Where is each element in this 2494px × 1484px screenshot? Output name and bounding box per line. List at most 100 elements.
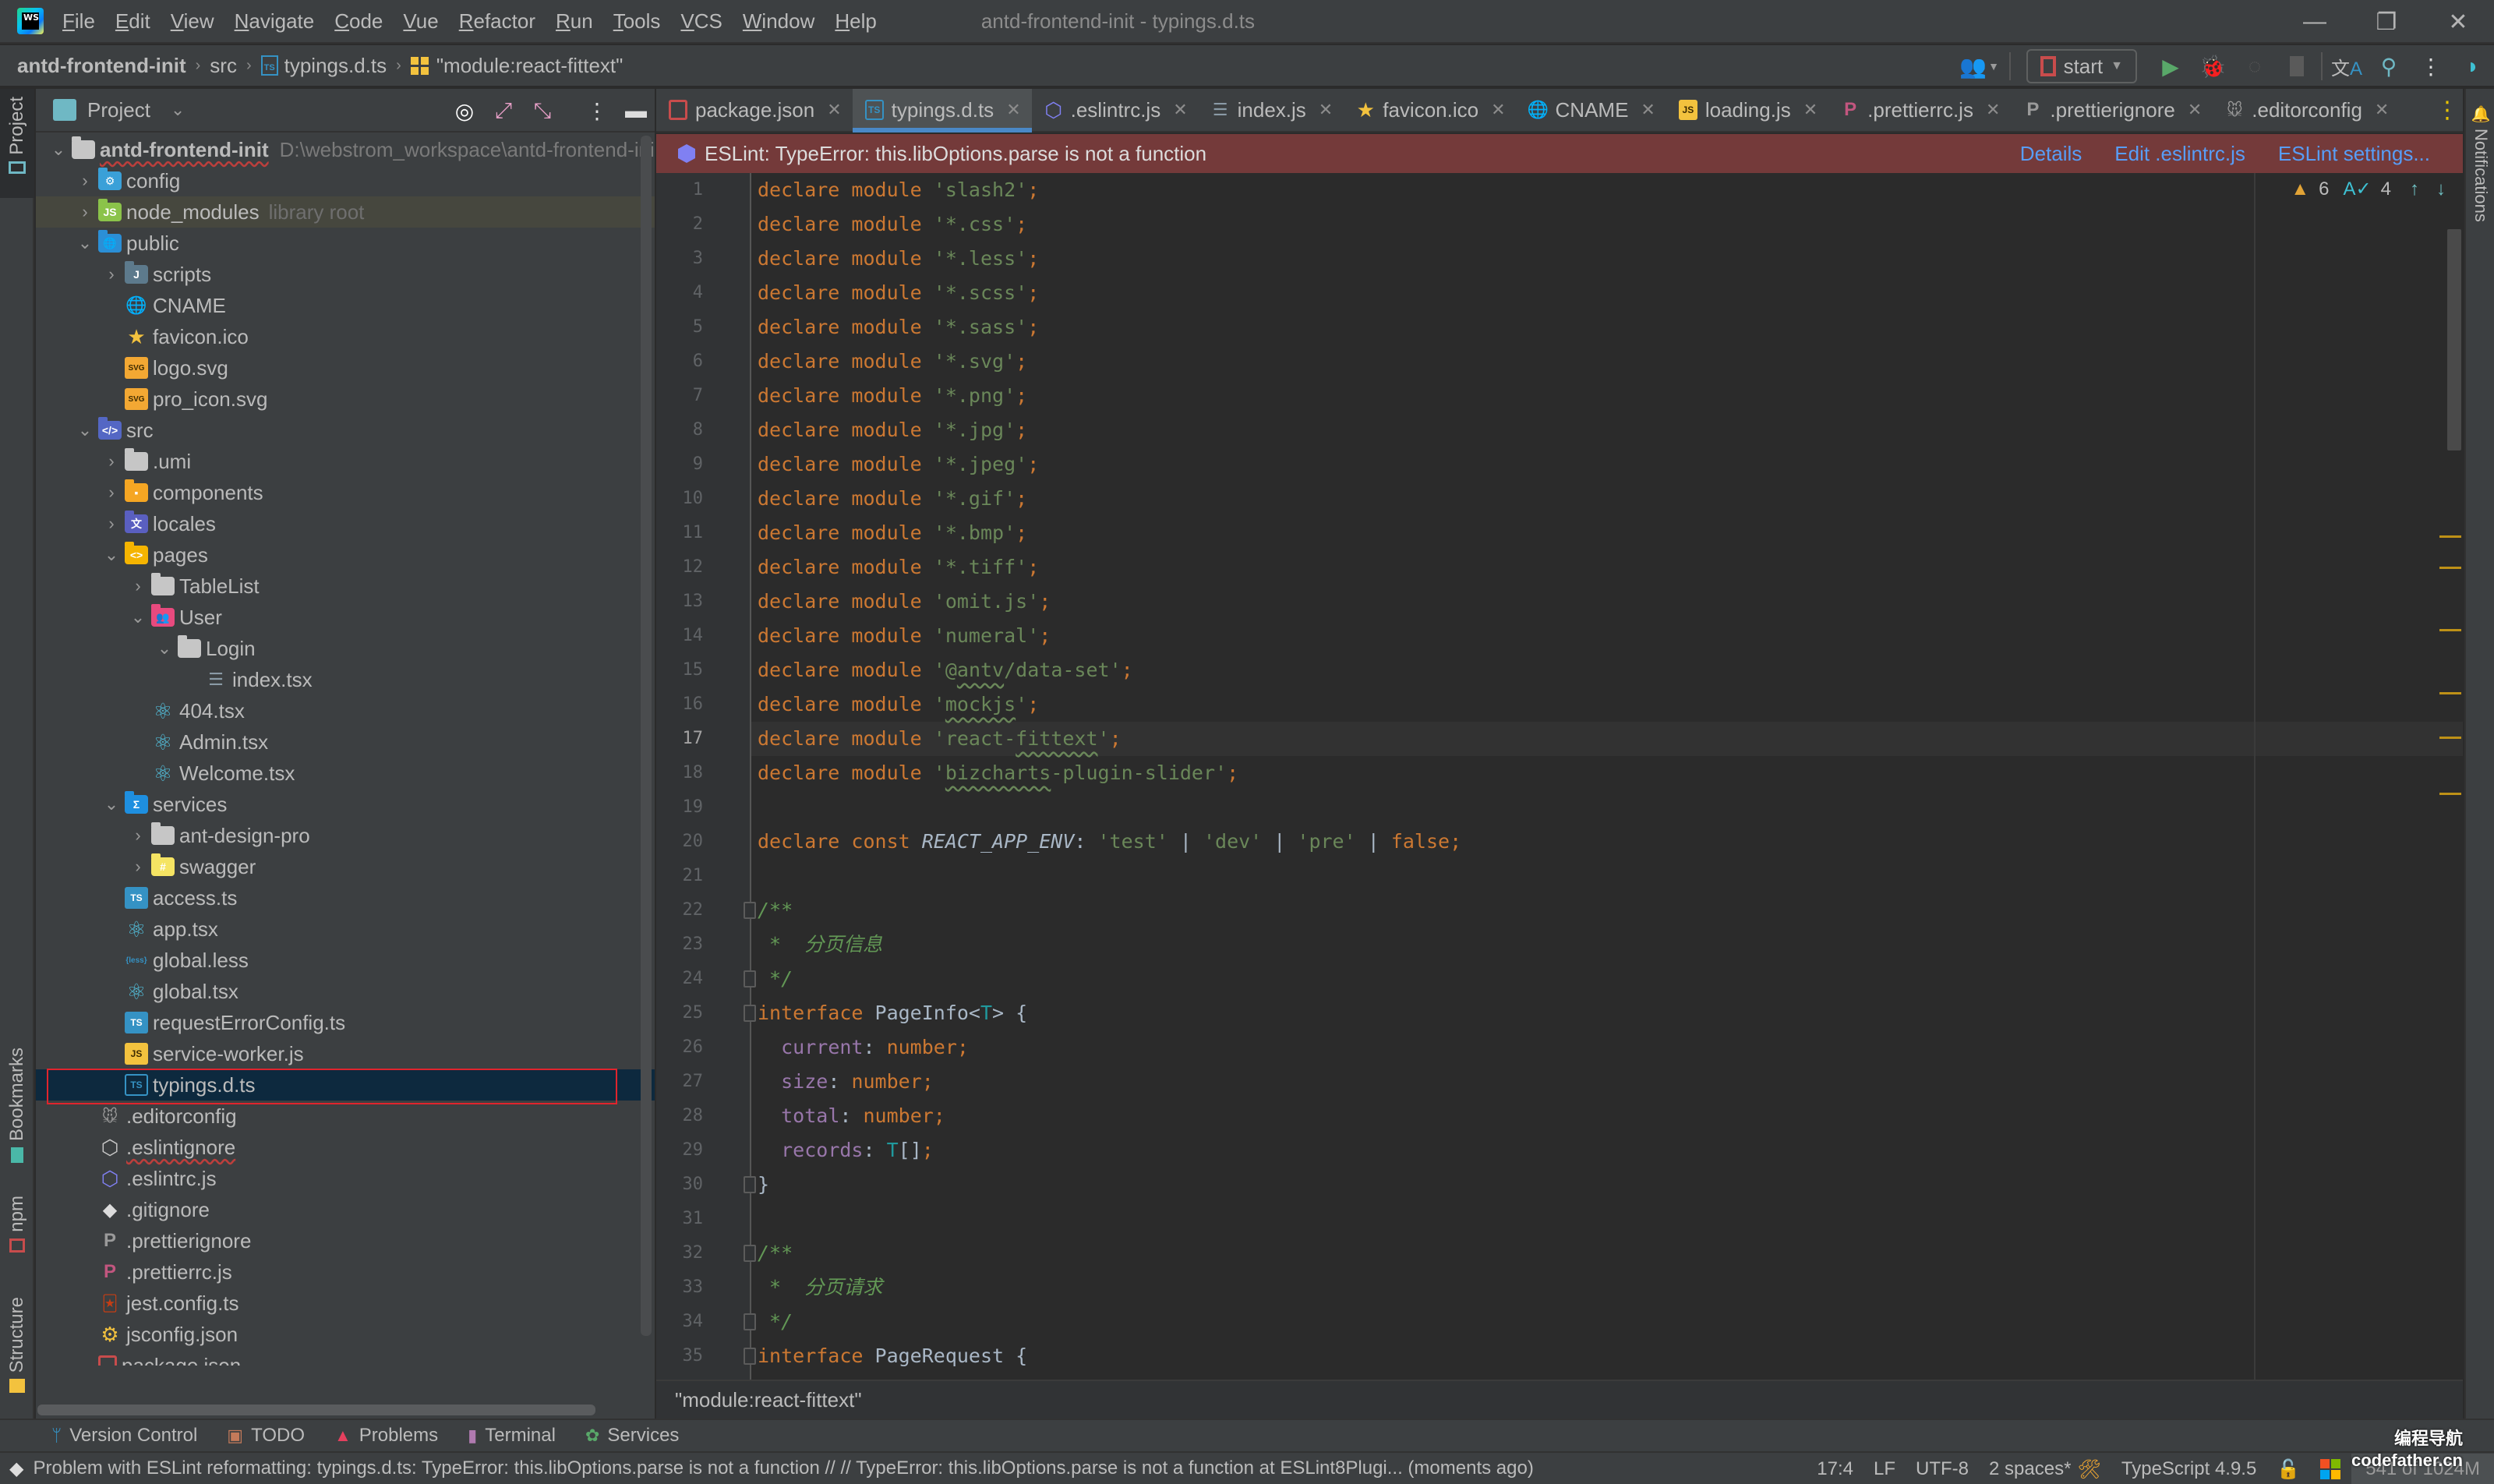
tree-folder-item[interactable]: ⌄ <> pages — [36, 539, 655, 571]
line-number-gutter[interactable]: 1 2 3 4 5 6 7 8 9 10 11 12 13 14 15 16 17 18 19 20 21 22 23 24 2… — [656, 173, 751, 1380]
more-actions-button[interactable]: ⋮ — [2413, 48, 2449, 84]
close-tab-icon[interactable]: ✕ — [2188, 100, 2202, 120]
warning-marker[interactable] — [2439, 535, 2461, 538]
breadcrumb-file[interactable]: TS typings.d.ts — [260, 54, 387, 78]
breadcrumb-symbol[interactable]: "module:react-fittext" — [410, 54, 623, 78]
tree-folder-item[interactable]: ⌄ antd-frontend-init D:\webstrom_workspace… — [36, 134, 655, 165]
tree-folder-item[interactable]: › ⚙ config — [36, 165, 655, 196]
breadcrumb-project[interactable]: antd-frontend-init — [17, 54, 186, 78]
code-with-me-button[interactable]: 👥 ▼ — [1956, 48, 2003, 84]
menu-run[interactable]: Run — [556, 9, 593, 34]
tree-folder-item[interactable]: › .umi — [36, 446, 655, 477]
coverage-button[interactable]: ◌ — [2237, 48, 2273, 84]
stripe-tab-notifications[interactable]: 🔔 Notifications — [2471, 104, 2491, 222]
tree-folder-item[interactable]: ⌄ 👥 User — [36, 602, 655, 633]
stripe-tab-structure[interactable]: Structure — [0, 1297, 34, 1414]
line-separator[interactable]: LF — [1874, 1458, 1895, 1480]
select-opened-file-button[interactable]: ◎ — [449, 95, 480, 126]
tree-folder-item[interactable]: ⌄ </> src — [36, 415, 655, 446]
language-service[interactable]: TypeScript 4.9.5 — [2121, 1458, 2256, 1480]
caret-position[interactable]: 17:4 — [1817, 1458, 1853, 1480]
tree-file-item[interactable]: ›🐭.editorconfig — [36, 1101, 655, 1132]
warning-marker[interactable] — [2439, 692, 2461, 694]
tree-file-item[interactable]: ›P.prettierignore — [36, 1225, 655, 1256]
warning-marker[interactable] — [2439, 737, 2461, 739]
chevron-down-icon[interactable]: ⌄ — [125, 607, 151, 627]
tree-file-item[interactable]: ›SVGlogo.svg — [36, 352, 655, 383]
chevron-right-icon[interactable]: › — [98, 264, 125, 284]
close-tab-icon[interactable]: ✕ — [1803, 100, 1818, 120]
tree-folder-item[interactable]: ⌄ Login — [36, 633, 655, 664]
code-editor[interactable]: 1 2 3 4 5 6 7 8 9 10 11 12 13 14 15 16 17 18 19 20 21 22 23 24 2… — [656, 173, 2463, 1380]
menu-vue[interactable]: Vue — [403, 9, 438, 34]
editor-tab[interactable]: 🐭 .editorconfig ✕ — [2213, 89, 2400, 131]
chevron-down-icon[interactable]: ⌄ — [151, 638, 178, 659]
close-tab-icon[interactable]: ✕ — [1173, 100, 1187, 120]
banner-eslint-settings-link[interactable]: ESLint settings... — [2278, 142, 2430, 166]
stripe-tab-project[interactable]: Project — [0, 89, 34, 198]
tree-file-item[interactable]: ›⚛global.tsx — [36, 976, 655, 1007]
chevron-down-icon[interactable]: ⌄ — [98, 545, 125, 565]
tree-file-item[interactable]: ›⬡.eslintignore — [36, 1132, 655, 1163]
indent-settings[interactable]: 2 spaces* — [1989, 1458, 2071, 1480]
editor-tab[interactable]: 🌐 CNAME ✕ — [1517, 89, 1666, 131]
fold-marker-icon[interactable] — [744, 902, 756, 919]
menu-edit[interactable]: Edit — [115, 9, 150, 34]
run-button[interactable]: ▶ — [2153, 48, 2188, 84]
minimize-button[interactable]: — — [2279, 0, 2351, 44]
editor-tab[interactable]: package.json ✕ — [656, 89, 853, 131]
editor-tab[interactable]: ⬡ .eslintrc.js ✕ — [1032, 89, 1199, 131]
fold-marker-icon[interactable] — [744, 1348, 756, 1365]
tree-file-item[interactable]: ›⚛Welcome.tsx — [36, 758, 655, 789]
tree-file-item[interactable]: ›package.json — [36, 1350, 655, 1366]
chevron-right-icon[interactable]: › — [98, 514, 125, 534]
chevron-down-icon[interactable]: ⌄ — [98, 794, 125, 814]
close-tab-icon[interactable]: ✕ — [1491, 100, 1505, 120]
menu-refactor[interactable]: Refactor — [459, 9, 535, 34]
options-button[interactable]: ⋮ — [581, 95, 613, 126]
translate-button[interactable]: 文A — [2329, 48, 2365, 84]
breadcrumb-folder[interactable]: src — [210, 54, 237, 78]
fold-marker-icon[interactable] — [744, 970, 756, 988]
tree-file-item[interactable]: ›⬡.eslintrc.js — [36, 1163, 655, 1194]
warning-marker[interactable] — [2439, 567, 2461, 569]
tree-file-item[interactable]: ›TSaccess.ts — [36, 882, 655, 913]
editor-tab[interactable]: P .prettierrc.js ✕ — [1828, 89, 2011, 131]
warning-marker[interactable] — [2439, 793, 2461, 795]
tree-file-item[interactable]: ›P.prettierrc.js — [36, 1256, 655, 1288]
editor-vertical-scrollbar[interactable] — [2447, 229, 2461, 450]
tree-folder-item[interactable]: › 文 locales — [36, 508, 655, 539]
debug-button[interactable]: 🐞 — [2195, 48, 2231, 84]
stop-button[interactable] — [2279, 48, 2315, 84]
tree-file-item[interactable]: ›TSrequestErrorConfig.ts — [36, 1007, 655, 1038]
chevron-right-icon[interactable]: › — [98, 451, 125, 472]
project-view-selector[interactable]: Project — [87, 98, 150, 122]
chevron-right-icon[interactable]: › — [125, 576, 151, 596]
warning-marker[interactable] — [2439, 629, 2461, 631]
close-tab-icon[interactable]: ✕ — [1006, 100, 1020, 120]
chevron-right-icon[interactable]: › — [125, 857, 151, 877]
chevron-down-icon[interactable]: ⌄ — [171, 100, 185, 120]
fold-marker-icon[interactable] — [744, 1245, 756, 1262]
menu-tools[interactable]: Tools — [613, 9, 661, 34]
menu-help[interactable]: Help — [835, 9, 876, 34]
hide-panel-button[interactable]: ▬ — [620, 95, 652, 126]
tree-folder-item[interactable]: › ▪ components — [36, 477, 655, 508]
menu-code[interactable]: Code — [334, 9, 383, 34]
fold-marker-icon[interactable] — [744, 1005, 756, 1022]
close-tab-icon[interactable]: ✕ — [827, 100, 841, 120]
tree-file-item[interactable]: ›🃏jest.config.ts — [36, 1288, 655, 1319]
tree-vertical-scrollbar[interactable] — [641, 136, 652, 1336]
close-tab-icon[interactable]: ✕ — [1319, 100, 1333, 120]
search-everywhere-button[interactable]: ⚲ — [2371, 48, 2407, 84]
editor-tab[interactable]: JS loading.js ✕ — [1666, 89, 1828, 131]
close-window-button[interactable]: ✕ — [2422, 0, 2494, 44]
tool-window-problems[interactable]: ▲ Problems — [334, 1425, 438, 1447]
menu-file[interactable]: File — [62, 9, 95, 34]
chevron-right-icon[interactable]: › — [72, 171, 98, 191]
chevron-right-icon[interactable]: › — [125, 825, 151, 846]
tree-folder-item[interactable]: › JS node_modules library root — [36, 196, 655, 228]
previous-highlight-icon[interactable]: ↑ — [2410, 178, 2419, 200]
tree-file-item[interactable]: ›{less}global.less — [36, 945, 655, 976]
wrench-icon[interactable]: 🛠 — [2077, 1458, 2100, 1481]
